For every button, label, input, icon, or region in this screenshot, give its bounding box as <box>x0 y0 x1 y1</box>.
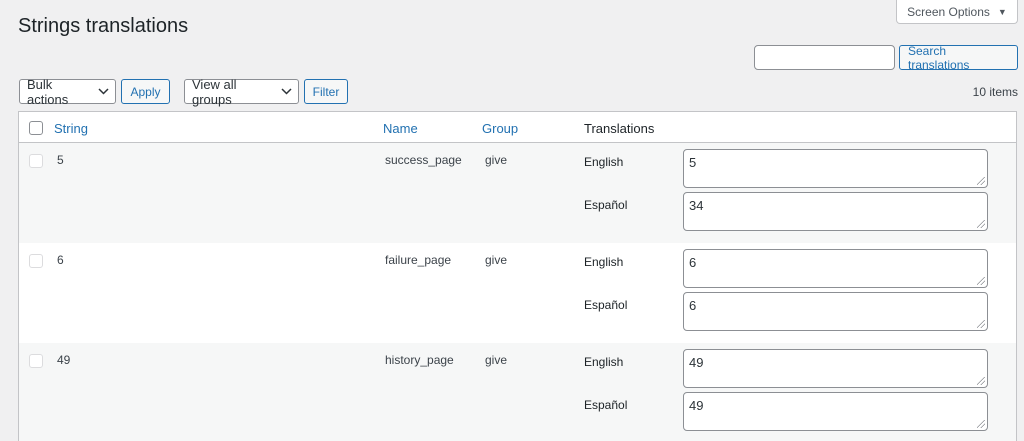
group-cell: give <box>485 153 508 167</box>
row-checkbox[interactable] <box>29 154 43 168</box>
string-cell: 5 <box>57 153 64 167</box>
column-header-group[interactable]: Group <box>482 121 518 136</box>
translation-value: 5 <box>689 155 697 170</box>
table-row: 49 history_page give English 49 Español … <box>19 343 1016 441</box>
translation-value: 34 <box>689 198 704 213</box>
bulk-actions-value: Bulk actions <box>27 76 69 107</box>
resize-handle-icon[interactable] <box>977 320 985 328</box>
language-label: Español <box>584 298 628 312</box>
language-label: English <box>584 155 624 169</box>
translation-textarea[interactable]: 49 <box>683 392 988 431</box>
resize-handle-icon[interactable] <box>977 177 985 185</box>
groups-select-value: View all groups <box>192 76 237 107</box>
column-header-name[interactable]: Name <box>383 121 418 136</box>
language-label: English <box>584 255 624 269</box>
search-translations-button[interactable]: Search translations <box>899 44 1018 72</box>
chevron-down-icon <box>281 86 292 98</box>
row-checkbox[interactable] <box>29 354 43 368</box>
translation-textarea[interactable]: 6 <box>683 292 988 331</box>
translation-value: 49 <box>689 398 704 413</box>
table-header: String Name Group Translations <box>19 112 1016 143</box>
translation-value: 6 <box>689 255 697 270</box>
bulk-actions-select[interactable]: Bulk actions <box>19 76 116 107</box>
translation-textarea[interactable]: 49 <box>683 349 988 388</box>
items-count: 10 items <box>972 85 1018 99</box>
group-cell: give <box>485 253 508 267</box>
table-row: 5 success_page give English 5 Español 34 <box>19 143 1016 243</box>
language-label: Español <box>584 198 628 212</box>
language-label: English <box>584 355 624 369</box>
column-header-translations: Translations <box>584 121 655 136</box>
language-label: Español <box>584 398 628 412</box>
group-cell: give <box>485 353 508 367</box>
page-title: Strings translations <box>18 15 189 37</box>
resize-handle-icon[interactable] <box>977 220 985 228</box>
row-checkbox[interactable] <box>29 254 43 268</box>
name-cell: success_page <box>385 153 462 167</box>
select-all-checkbox[interactable] <box>29 121 43 135</box>
column-header-string[interactable]: String <box>54 121 88 136</box>
search-input[interactable] <box>754 45 895 70</box>
caret-down-icon: ▼ <box>997 6 1007 17</box>
translation-value: 49 <box>689 355 704 370</box>
resize-handle-icon[interactable] <box>977 420 985 428</box>
name-cell: history_page <box>385 353 454 367</box>
translation-value: 6 <box>689 298 697 313</box>
string-cell: 49 <box>57 353 71 367</box>
chevron-down-icon <box>98 86 109 98</box>
resize-handle-icon[interactable] <box>977 377 985 385</box>
screen-options-label: Screen Options <box>907 4 990 19</box>
translation-textarea[interactable]: 34 <box>683 192 988 231</box>
apply-button[interactable]: Apply <box>121 79 170 104</box>
table-row: 6 failure_page give English 6 Español 6 <box>19 243 1016 343</box>
groups-select[interactable]: View all groups <box>184 76 299 107</box>
name-cell: failure_page <box>385 253 452 267</box>
screen-options-button[interactable]: Screen Options ▼ <box>896 0 1018 24</box>
resize-handle-icon[interactable] <box>977 277 985 285</box>
string-cell: 6 <box>57 253 64 267</box>
page: Screen Options ▼ Strings translations Se… <box>0 0 1024 441</box>
strings-table: String Name Group Translations 5 success… <box>18 111 1017 441</box>
filter-button[interactable]: Filter <box>304 79 348 104</box>
translation-textarea[interactable]: 5 <box>683 149 988 188</box>
translation-textarea[interactable]: 6 <box>683 249 988 288</box>
